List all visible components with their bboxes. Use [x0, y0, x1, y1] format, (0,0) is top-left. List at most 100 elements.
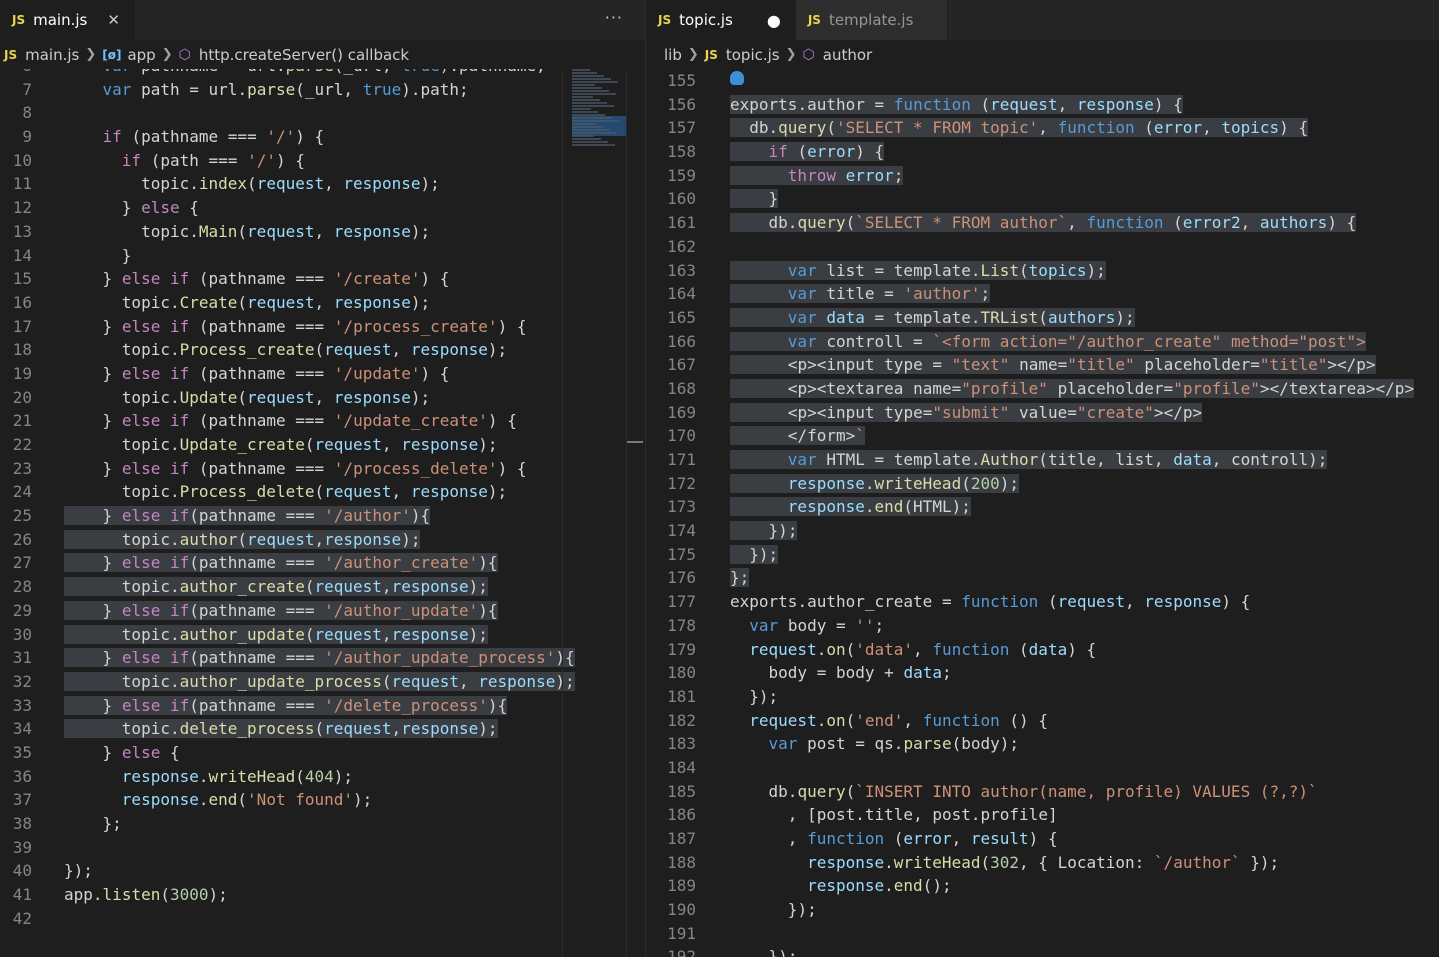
- code-line[interactable]: 26 topic.author(request,response);: [0, 528, 575, 552]
- code-line[interactable]: 180 body = body + data;: [646, 661, 1414, 685]
- code-line[interactable]: 160 }: [646, 187, 1414, 211]
- breadcrumb-folder[interactable]: lib: [664, 46, 682, 64]
- breadcrumb-variable[interactable]: app: [127, 46, 155, 64]
- code-line[interactable]: 15 } else if (pathname === '/create') {: [0, 267, 575, 291]
- code-line[interactable]: 7 var path = url.parse(_url, true).path;: [0, 78, 575, 102]
- minimap-line: [572, 141, 608, 143]
- code-line[interactable]: 169 <p><input type="submit" value="creat…: [646, 401, 1414, 425]
- code-line[interactable]: 159 throw error;: [646, 164, 1414, 188]
- code-area[interactable]: 155 156 exports.author = function (request…: [646, 69, 1415, 957]
- code-line[interactable]: 38 };: [0, 812, 575, 836]
- code-line[interactable]: 183 var post = qs.parse(body);: [646, 732, 1414, 756]
- code-line[interactable]: 23 } else if (pathname === '/process_del…: [0, 457, 575, 481]
- code-line[interactable]: 10 if (path === '/') {: [0, 149, 575, 173]
- code-line[interactable]: 37 response.end('Not found');: [0, 788, 575, 812]
- right-code-editor[interactable]: 155 156 exports.author = function (request…: [646, 69, 1439, 957]
- code-line[interactable]: 192 });: [646, 945, 1414, 957]
- code-line[interactable]: 25 } else if(pathname === '/author'){: [0, 504, 575, 528]
- code-line[interactable]: 21 } else if (pathname === '/update_crea…: [0, 409, 575, 433]
- code-line[interactable]: 188 response.writeHead(302, { Location: …: [646, 851, 1414, 875]
- breadcrumb-symbol[interactable]: http.createServer() callback: [199, 46, 409, 64]
- code-line[interactable]: 182 request.on('end', function () {: [646, 709, 1414, 733]
- code-line[interactable]: 6 var pathname = url.parse(_url, true).p…: [0, 69, 575, 78]
- code-line[interactable]: 185 db.query(`INSERT INTO author(name, p…: [646, 780, 1414, 804]
- left-code-editor[interactable]: 6 var pathname = url.parse(_url, true).p…: [0, 69, 645, 957]
- code-line[interactable]: 162: [646, 235, 1414, 259]
- close-icon[interactable]: ✕: [107, 11, 120, 29]
- tab-main-js[interactable]: JS main.js ✕: [0, 0, 135, 40]
- code-line[interactable]: 181 });: [646, 685, 1414, 709]
- code-line[interactable]: 35 } else {: [0, 741, 575, 765]
- tab-topic-js[interactable]: JS topic.js ●: [646, 0, 796, 40]
- code-line[interactable]: 34 topic.delete_process(request,response…: [0, 717, 575, 741]
- breadcrumb-symbol[interactable]: author: [823, 46, 872, 64]
- code-line[interactable]: 189 response.end();: [646, 874, 1414, 898]
- code-line[interactable]: 41 app.listen(3000);: [0, 883, 575, 907]
- code-line[interactable]: 186 , [post.title, post.profile]: [646, 803, 1414, 827]
- lightbulb-icon[interactable]: [730, 70, 744, 89]
- code-line[interactable]: 19 } else if (pathname === '/update') {: [0, 362, 575, 386]
- more-actions-icon[interactable]: ···: [605, 8, 623, 27]
- code-line[interactable]: 42: [0, 907, 575, 931]
- code-area[interactable]: 6 var pathname = url.parse(_url, true).p…: [0, 69, 575, 930]
- code-line[interactable]: 13 topic.Main(request, response);: [0, 220, 575, 244]
- code-line[interactable]: 9 if (pathname === '/') {: [0, 125, 575, 149]
- code-line[interactable]: 12 } else {: [0, 196, 575, 220]
- breadcrumb-file[interactable]: topic.js: [726, 46, 780, 64]
- code-line[interactable]: 190 });: [646, 898, 1414, 922]
- code-line[interactable]: 156 exports.author = function (request, r…: [646, 93, 1414, 117]
- code-line[interactable]: 30 topic.author_update(request,response)…: [0, 623, 575, 647]
- code-line[interactable]: 31 } else if(pathname === '/author_updat…: [0, 646, 575, 670]
- code-line[interactable]: 33 } else if(pathname === '/delete_proce…: [0, 694, 575, 718]
- code-line[interactable]: 39: [0, 836, 575, 860]
- code-line[interactable]: 175 });: [646, 543, 1414, 567]
- code-line[interactable]: 29 } else if(pathname === '/author_updat…: [0, 599, 575, 623]
- code-line[interactable]: 161 db.query(`SELECT * FROM author`, fun…: [646, 211, 1414, 235]
- modified-dot-icon[interactable]: ●: [767, 11, 781, 30]
- tab-template-js[interactable]: JS template.js: [795, 0, 949, 40]
- code-line[interactable]: 14 }: [0, 244, 575, 268]
- minimap-line: [572, 129, 610, 131]
- code-line[interactable]: 36 response.writeHead(404);: [0, 765, 575, 789]
- code-line[interactable]: 168 <p><textarea name="profile" placehol…: [646, 377, 1415, 401]
- code-line[interactable]: 178 var body = '';: [646, 614, 1414, 638]
- code-text: var controll = `<form action="/author_cr…: [730, 331, 1366, 351]
- code-line[interactable]: 166 var controll = `<form action="/autho…: [646, 330, 1414, 354]
- code-line[interactable]: 16 topic.Create(request, response);: [0, 291, 575, 315]
- code-line[interactable]: 173 response.end(HTML);: [646, 495, 1414, 519]
- minimap[interactable]: [572, 69, 626, 149]
- code-line[interactable]: 22 topic.Update_create(request, response…: [0, 433, 575, 457]
- scrollbar[interactable]: [626, 69, 645, 957]
- code-line[interactable]: 179 request.on('data', function (data) {: [646, 638, 1414, 662]
- code-line[interactable]: 191: [646, 922, 1414, 946]
- code-line[interactable]: 32 topic.author_update_process(request, …: [0, 670, 575, 694]
- code-line[interactable]: 170 </form>`: [646, 424, 1414, 448]
- code-line[interactable]: 8: [0, 101, 575, 125]
- code-line[interactable]: 28 topic.author_create(request,response)…: [0, 575, 575, 599]
- code-line[interactable]: 167 <p><input type = "text" name="title"…: [646, 353, 1414, 377]
- code-line[interactable]: 157 db.query('SELECT * FROM topic', func…: [646, 116, 1414, 140]
- code-line[interactable]: 18 topic.Process_create(request, respons…: [0, 338, 575, 362]
- code-line[interactable]: 174 });: [646, 519, 1414, 543]
- code-line[interactable]: 171 var HTML = template.Author(title, li…: [646, 448, 1414, 472]
- code-line[interactable]: 177 exports.author_create = function (req…: [646, 590, 1414, 614]
- code-line[interactable]: 158 if (error) {: [646, 140, 1414, 164]
- code-line[interactable]: 27 } else if(pathname === '/author_creat…: [0, 551, 575, 575]
- code-line[interactable]: 164 var title = 'author';: [646, 282, 1414, 306]
- code-line[interactable]: 40});: [0, 859, 575, 883]
- code-line[interactable]: 184: [646, 756, 1414, 780]
- code-text: });: [64, 861, 93, 881]
- code-line[interactable]: 176};: [646, 566, 1414, 590]
- code-line[interactable]: 187 , function (error, result) {: [646, 827, 1414, 851]
- code-line[interactable]: 165 var data = template.TRList(authors);: [646, 306, 1414, 330]
- code-line[interactable]: 163 var list = template.List(topics);: [646, 259, 1414, 283]
- code-line[interactable]: 17 } else if (pathname === '/process_cre…: [0, 315, 575, 339]
- code-line[interactable]: 11 topic.index(request, response);: [0, 172, 575, 196]
- code-line[interactable]: 20 topic.Update(request, response);: [0, 386, 575, 410]
- code-line[interactable]: 155: [646, 69, 1414, 93]
- code-line[interactable]: 172 response.writeHead(200);: [646, 472, 1414, 496]
- breadcrumb-file[interactable]: main.js: [25, 46, 79, 64]
- tab-label: main.js: [33, 11, 88, 29]
- chevron-right-icon: ❯: [85, 47, 97, 62]
- code-line[interactable]: 24 topic.Process_delete(request, respons…: [0, 480, 575, 504]
